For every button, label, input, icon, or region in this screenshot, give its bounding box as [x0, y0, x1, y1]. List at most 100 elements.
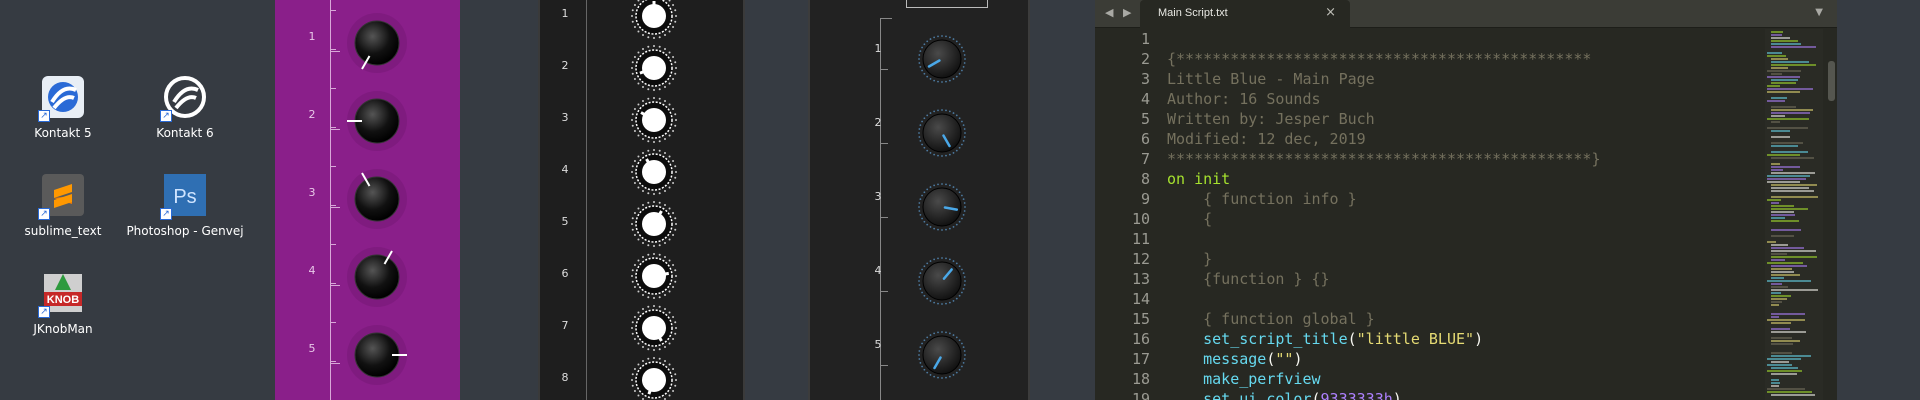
shortcut-arrow-icon: ↗	[38, 306, 50, 318]
sublime-icon: ↗	[38, 172, 86, 220]
chevron-down-icon[interactable]: ▼	[1815, 7, 1823, 18]
tick-label: 5	[874, 338, 882, 351]
white-knob[interactable]	[628, 0, 680, 42]
minimap-line	[1767, 154, 1800, 156]
tick-label: 1	[308, 30, 316, 43]
minimap-line	[1771, 190, 1814, 192]
white-knob[interactable]	[628, 302, 680, 354]
desktop-icon-sublime[interactable]: ↗ sublime_text	[8, 172, 118, 238]
minimap-line	[1771, 97, 1787, 99]
desktop-icon-jknobman[interactable]: KNOB ↗ JKnobMan	[8, 270, 118, 336]
close-icon[interactable]: ×	[1325, 5, 1336, 20]
tab-nav-arrows-icon[interactable]: ◀ ▶	[1105, 6, 1134, 19]
line-number: 17	[1131, 350, 1150, 368]
minimap-line	[1767, 76, 1800, 78]
minimap-line	[1771, 79, 1798, 81]
purple-knob[interactable]	[335, 157, 419, 241]
line-number: 9	[1140, 190, 1150, 208]
minimap-line	[1771, 109, 1813, 111]
tab-main-script[interactable]: Main Script.txt ×	[1140, 0, 1350, 29]
tick-scale-line	[330, 0, 331, 400]
minimap-line	[1771, 142, 1803, 144]
code-line: set_ui_color(9333333h)	[1203, 390, 1402, 400]
minimap-line	[1771, 163, 1780, 165]
blue-knob[interactable]	[914, 253, 970, 309]
minimap-line	[1771, 202, 1779, 204]
minimap-line	[1767, 358, 1801, 360]
minimap-line	[1771, 145, 1798, 147]
minimap-line	[1771, 115, 1785, 117]
blue-knob[interactable]	[914, 179, 970, 235]
blue-knob[interactable]	[914, 31, 970, 87]
minimap-line	[1771, 250, 1816, 252]
scrollbar[interactable]	[1825, 29, 1837, 400]
white-knob[interactable]	[628, 354, 680, 400]
white-knob[interactable]	[628, 94, 680, 146]
desktop-icon-label: JKnobMan	[33, 322, 93, 336]
code-line: ****************************************…	[1167, 150, 1601, 168]
minimap-line	[1771, 157, 1814, 159]
line-number-gutter: 1 2 3 4 5 6 7 8 9 10 11 12 13 14 15 16 17 18 19	[1095, 29, 1150, 400]
kontakt-icon: ↗	[160, 74, 208, 122]
minimap-line	[1771, 331, 1806, 333]
desktop-icon-kontakt-6[interactable]: ↗ Kontakt 6	[130, 74, 240, 140]
minimap-line	[1771, 58, 1788, 60]
minimap-line	[1767, 127, 1808, 129]
desktop-icon-photoshop[interactable]: Ps ↗ Photoshop - Genvej	[126, 172, 244, 238]
minimap-line	[1771, 205, 1794, 207]
purple-knob[interactable]	[335, 79, 419, 163]
minimap-line	[1771, 256, 1817, 258]
minimap-line	[1771, 271, 1794, 273]
line-number: 1	[1140, 30, 1150, 48]
minimap-line	[1771, 367, 1798, 369]
minimap-line	[1771, 304, 1779, 306]
white-knob[interactable]	[628, 250, 680, 302]
tick-label: 2	[874, 116, 882, 129]
minimap-line	[1767, 241, 1776, 243]
line-number: 5	[1140, 110, 1150, 128]
minimap-line	[1771, 61, 1809, 63]
tick-mark	[880, 69, 888, 70]
photoshop-icon: Ps ↗	[160, 172, 208, 220]
minimap-line	[1771, 337, 1792, 339]
code-area[interactable]: {***************************************…	[1167, 29, 1757, 400]
line-number: 2	[1140, 50, 1150, 68]
desktop-icon-kontakt-5[interactable]: ↗ Kontakt 5	[8, 74, 118, 140]
white-knob[interactable]	[628, 198, 680, 250]
minimap-line	[1771, 259, 1785, 261]
purple-knob[interactable]	[335, 313, 419, 397]
white-knob[interactable]	[628, 146, 680, 198]
minimap-line	[1767, 262, 1803, 264]
tick-label: 3	[308, 186, 316, 199]
minimap-line	[1771, 31, 1783, 33]
code-line: set_script_title("little BLUE")	[1203, 330, 1484, 348]
minimap-line	[1771, 235, 1794, 237]
minimap[interactable]	[1765, 29, 1823, 400]
code-line: Modified: 12 dec, 2019	[1167, 130, 1366, 148]
code-line: { function info }	[1167, 190, 1357, 208]
scrollbar-thumb[interactable]	[1828, 61, 1835, 101]
line-number: 8	[1140, 170, 1150, 188]
line-number: 12	[1131, 250, 1150, 268]
minimap-line	[1767, 55, 1786, 57]
tick-label: 5	[561, 215, 569, 228]
purple-knob[interactable]	[335, 235, 419, 319]
code-line: on init	[1167, 170, 1231, 188]
minimap-line	[1771, 301, 1782, 303]
blue-knob[interactable]	[914, 327, 970, 383]
purple-knob[interactable]	[335, 1, 419, 85]
minimap-line	[1767, 199, 1781, 201]
white-knob[interactable]	[628, 42, 680, 94]
line-number: 11	[1131, 230, 1150, 248]
minimap-line	[1771, 289, 1818, 291]
minimap-line	[1771, 211, 1794, 213]
minimap-line	[1771, 322, 1791, 324]
minimap-line	[1771, 316, 1779, 318]
tick-scale-cap	[880, 18, 892, 19]
minimap-line	[1771, 217, 1785, 219]
tick-label: 3	[561, 111, 569, 124]
tick-mark	[880, 365, 888, 366]
minimap-line	[1771, 373, 1797, 375]
blue-knob[interactable]	[914, 105, 970, 161]
